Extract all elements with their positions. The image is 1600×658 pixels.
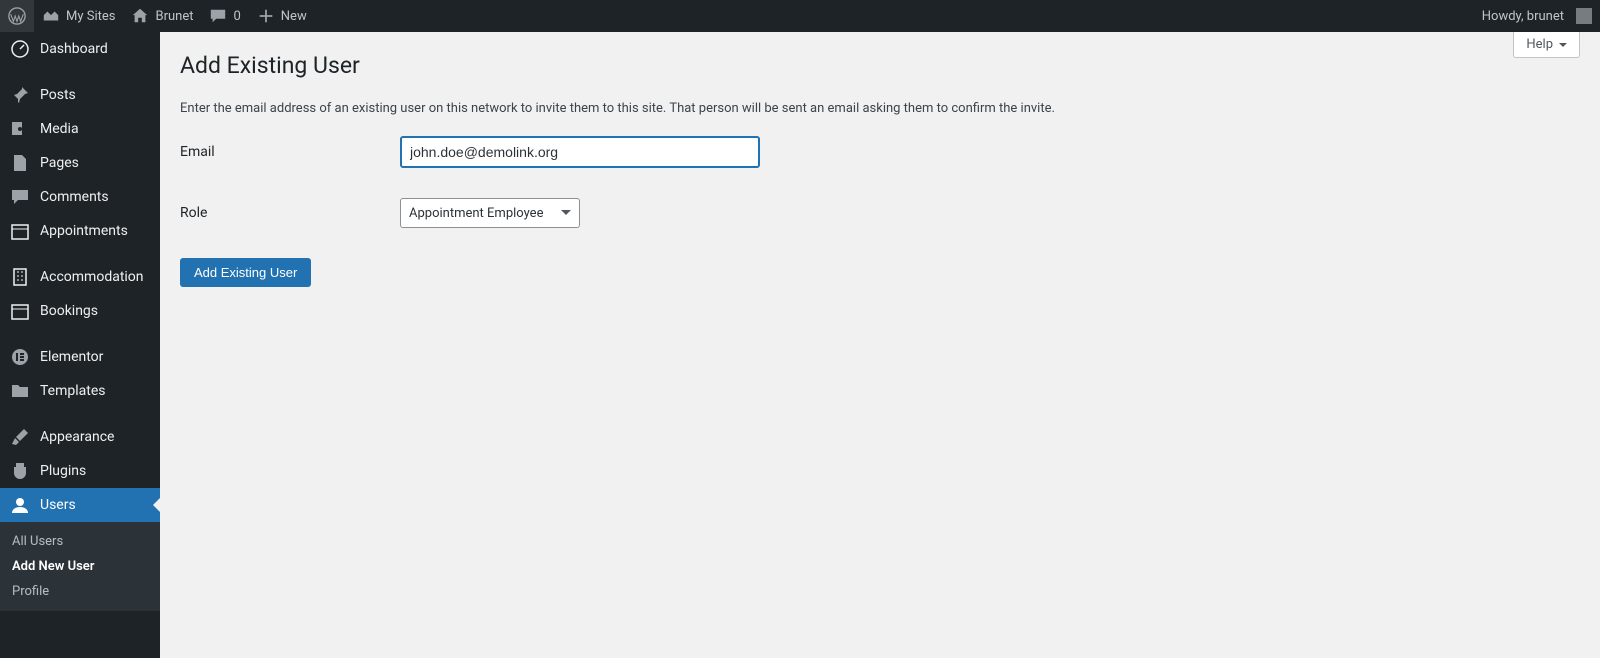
menu-media[interactable]: Media [0, 112, 160, 146]
page-icon [10, 153, 30, 173]
page-title: Add Existing User [180, 32, 1580, 91]
content-area: Help Add Existing User Enter the email a… [160, 32, 1600, 658]
folder-icon [10, 381, 30, 401]
menu-label: Pages [40, 155, 79, 171]
submenu-add-new-user[interactable]: Add New User [0, 554, 160, 579]
building-icon [10, 267, 30, 287]
menu-label: Dashboard [40, 41, 108, 57]
menu-appearance[interactable]: Appearance [0, 420, 160, 454]
media-icon [10, 119, 30, 139]
submenu-profile[interactable]: Profile [0, 579, 160, 604]
comment-icon [10, 187, 30, 207]
menu-users[interactable]: Users [0, 488, 160, 522]
menu-label: Comments [40, 189, 109, 205]
admin-sidebar: Dashboard Posts Media Pages Comments App… [0, 32, 160, 658]
email-label: Email [180, 144, 400, 160]
role-select[interactable]: Appointment Employee [400, 198, 580, 228]
menu-label: Accommodation [40, 269, 144, 285]
plus-icon [257, 7, 275, 25]
elementor-icon [10, 347, 30, 367]
menu-label: Templates [40, 383, 106, 399]
comment-icon [209, 7, 227, 25]
help-label: Help [1526, 37, 1553, 52]
comments-count[interactable]: 0 [201, 0, 248, 32]
menu-label: Posts [40, 87, 76, 103]
page-description: Enter the email address of an existing u… [180, 101, 1580, 116]
house-group-icon [42, 7, 60, 25]
submenu-all-users[interactable]: All Users [0, 529, 160, 554]
menu-plugins[interactable]: Plugins [0, 454, 160, 488]
menu-label: Bookings [40, 303, 98, 319]
menu-bookings[interactable]: Bookings [0, 294, 160, 328]
new-content[interactable]: New [249, 0, 315, 32]
menu-elementor[interactable]: Elementor [0, 340, 160, 374]
menu-dashboard[interactable]: Dashboard [0, 32, 160, 66]
add-existing-user-button[interactable]: Add Existing User [180, 258, 311, 287]
menu-posts[interactable]: Posts [0, 78, 160, 112]
my-sites[interactable]: My Sites [34, 0, 123, 32]
menu-label: Appointments [40, 223, 128, 239]
menu-label: Appearance [40, 429, 114, 445]
chevron-down-icon [1559, 43, 1567, 51]
brush-icon [10, 427, 30, 447]
menu-appointments[interactable]: Appointments [0, 214, 160, 248]
menu-label: Plugins [40, 463, 86, 479]
avatar [1576, 8, 1592, 24]
calendar-icon [10, 221, 30, 241]
wordpress-logo[interactable] [0, 0, 34, 32]
role-selected-value: Appointment Employee [409, 206, 543, 221]
menu-accommodation[interactable]: Accommodation [0, 260, 160, 294]
menu-label: Elementor [40, 349, 103, 365]
user-icon [10, 495, 30, 515]
howdy-text: Howdy, brunet [1482, 9, 1564, 24]
comments-count-value: 0 [233, 9, 240, 24]
wordpress-icon [8, 7, 26, 25]
house-icon [131, 7, 149, 25]
site-name[interactable]: Brunet [123, 0, 201, 32]
menu-label: Users [40, 497, 76, 513]
pin-icon [10, 85, 30, 105]
role-label: Role [180, 205, 400, 221]
menu-label: Media [40, 121, 79, 137]
calendar-icon [10, 301, 30, 321]
site-name-label: Brunet [155, 9, 193, 24]
new-label: New [281, 9, 307, 24]
menu-comments[interactable]: Comments [0, 180, 160, 214]
help-tab[interactable]: Help [1513, 32, 1580, 58]
my-sites-label: My Sites [66, 9, 115, 24]
plug-icon [10, 461, 30, 481]
submenu-users: All Users Add New User Profile [0, 522, 160, 611]
add-user-form: Email Role Appointment Employee [180, 136, 1580, 228]
email-field[interactable] [400, 136, 760, 168]
dashboard-icon [10, 39, 30, 59]
my-account[interactable]: Howdy, brunet [1474, 0, 1600, 32]
admin-bar: My Sites Brunet 0 New Howdy, brunet [0, 0, 1600, 32]
menu-pages[interactable]: Pages [0, 146, 160, 180]
menu-templates[interactable]: Templates [0, 374, 160, 408]
